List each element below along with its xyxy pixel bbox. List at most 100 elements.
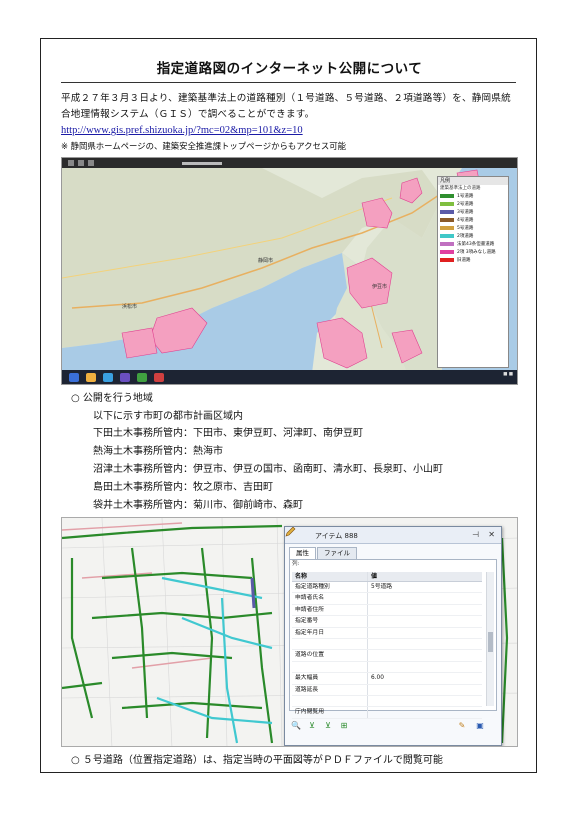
panel-title: アイテム 888: [315, 532, 358, 540]
attribute-name: 申請者氏名: [292, 593, 368, 604]
legend-label: 5号道路: [457, 226, 474, 231]
folder-icon[interactable]: [86, 372, 96, 382]
map-tool-icon[interactable]: [88, 160, 94, 166]
legend-item: 1号道路: [438, 192, 508, 200]
grid-row[interactable]: 申請者氏名: [292, 593, 482, 605]
attribute-value: [368, 605, 481, 615]
attribute-name: [292, 638, 368, 650]
taskbar-clock: ■ ■: [503, 372, 513, 377]
app-icon[interactable]: [120, 372, 130, 382]
grid-scrollbar[interactable]: [486, 572, 494, 706]
legend-swatch: [440, 250, 454, 254]
attribute-name: [292, 695, 368, 707]
road-detail-map[interactable]: アイテム 888 ⊣ ✕ 属性 ファイル 列: 名称 値 指定道路種別 5号道路 申請…: [61, 517, 518, 747]
grid-row[interactable]: [292, 638, 482, 651]
attribute-value: 6.00: [371, 675, 384, 682]
area-towns: 伊豆市、伊豆の国市、函南町、清水町、長泉町、小山町: [193, 464, 443, 475]
attribute-grid: 名称 値 指定道路種別 5号道路 申請者氏名 申請者住所 指定番号 指定年月日 道路の位置最…: [292, 572, 482, 719]
legend-swatch: [440, 202, 454, 206]
legend-item: 2項道路: [438, 232, 508, 240]
legend-item: 3号道路: [438, 208, 508, 216]
app-icon[interactable]: [154, 372, 164, 382]
section-heading: ○ 公開を行う地域: [71, 393, 153, 404]
page-title: 指定道路図のインターネット公開について: [156, 61, 423, 77]
start-icon[interactable]: [69, 372, 79, 382]
attribute-value: [368, 662, 481, 672]
legend-label: 3号道路: [457, 210, 474, 215]
area-towns: 菊川市、御前崎市、森町: [193, 500, 303, 511]
tab-attributes[interactable]: 属性: [289, 547, 316, 559]
grid-row[interactable]: 最大幅員 6.00: [292, 673, 482, 685]
gis-overview-map[interactable]: 静岡市 伊豆市 浜松市 凡例 建築基準法上の道路 1号道路 2号道路 3号道路 4号道…: [61, 157, 518, 385]
section-subheading: 以下に示す市町の都市計画区域内: [93, 411, 243, 422]
pdf-caption: ○ ５号道路（位置指定道路）は、指定当時の平面図等がＰＤＦファイルで閲覧可能: [71, 755, 443, 766]
grid-row[interactable]: [292, 695, 482, 708]
grid-row[interactable]: 道路延長: [292, 684, 482, 696]
grid-row[interactable]: [292, 661, 482, 674]
list-label: 列:: [292, 561, 300, 567]
edit-icon[interactable]: ✎: [457, 721, 467, 731]
legend-swatch: [440, 234, 454, 238]
gis-link[interactable]: http://www.gis.pref.shizuoka.jp/?mc=02&m…: [61, 125, 303, 136]
filter-icon[interactable]: ⊻: [307, 721, 317, 731]
app-icon[interactable]: [137, 372, 147, 382]
scrollbar-thumb[interactable]: [488, 632, 493, 652]
browser-icon[interactable]: [103, 372, 113, 382]
legend-swatch: [440, 194, 454, 198]
grid-row[interactable]: 指定年月日: [292, 627, 482, 639]
export-icon[interactable]: ⊞: [339, 721, 349, 731]
legend-label: 旧道路: [457, 258, 471, 263]
legend-item: 5号道路: [438, 224, 508, 232]
legend-swatch: [440, 242, 454, 246]
legend-label: 2号道路: [457, 202, 474, 207]
area-towns: 牧之原市、吉田町: [193, 482, 273, 493]
attribute-name: 道路延長: [292, 684, 368, 695]
save-icon[interactable]: ▣: [475, 721, 485, 731]
close-icon[interactable]: ✕: [488, 530, 495, 539]
map-legend: 凡例 建築基準法上の道路 1号道路 2号道路 3号道路 4号道路 5号道路 2項道路 法第4…: [437, 176, 509, 368]
map-tool-icon[interactable]: [78, 160, 84, 166]
grid-row[interactable]: 指定番号: [292, 616, 482, 628]
grid-row[interactable]: 指定道路種別 5号道路: [292, 582, 482, 594]
legend-item: 2項 3項みなし道路: [438, 248, 508, 256]
attribute-grid-container: 列: 名称 値 指定道路種別 5号道路 申請者氏名 申請者住所 指定番号 指定年月日 道路の…: [289, 559, 497, 719]
area-row: 熱海土木事務所管内：熱海市: [93, 442, 223, 457]
legend-label: 1号道路: [457, 194, 474, 199]
panel-tabs: 属性 ファイル: [289, 547, 358, 559]
legend-title: 建築基準法上の道路: [440, 186, 481, 191]
area-row: 下田土木事務所管内：下田市、東伊豆町、河津町、南伊豆町: [93, 424, 363, 439]
document-frame: 指定道路図のインターネット公開について 平成２７年３月３日より、建築基準法上の道…: [40, 38, 537, 773]
grid-row[interactable]: 道路の位置: [292, 650, 482, 662]
panel-titlebar[interactable]: アイテム 888 ⊣ ✕: [285, 527, 501, 544]
legend-swatch: [440, 226, 454, 230]
legend-header: 凡例: [438, 177, 508, 185]
area-row: 島田土木事務所管内：牧之原市、吉田町: [93, 478, 273, 493]
intro-paragraph: 平成２７年３月３日より、建築基準法上の道路種別（１号道路、５号道路、２項道路等）…: [61, 93, 511, 120]
grid-row[interactable]: 申請者住所: [292, 604, 482, 617]
area-office: 下田土木事務所管内：: [93, 428, 193, 439]
attribute-value: [368, 628, 481, 638]
legend-swatch: [440, 258, 454, 262]
filter-add-icon[interactable]: ⊻: [323, 721, 333, 731]
map-toolbar: [62, 158, 517, 168]
area-office: 沼津土木事務所管内：: [93, 464, 193, 475]
zoom-slider[interactable]: [182, 162, 222, 165]
search-icon[interactable]: 🔍: [291, 721, 301, 731]
area-towns: 下田市、東伊豆町、河津町、南伊豆町: [193, 428, 363, 439]
attribute-value: [368, 639, 481, 649]
legend-label: 4号道路: [457, 218, 474, 223]
tab-files[interactable]: ファイル: [317, 547, 357, 559]
attribute-name: 最大幅員: [292, 673, 368, 684]
access-note: ※ 静岡県ホームページの、建築安全推進課トップページからもアクセス可能: [61, 141, 347, 151]
pin-icon[interactable]: ⊣: [472, 530, 479, 539]
attribute-name: 指定年月日: [292, 627, 368, 638]
column-name-header: 名称: [292, 572, 368, 581]
legend-swatch: [440, 218, 454, 222]
legend-item: 4号道路: [438, 216, 508, 224]
map-tool-icon[interactable]: [68, 160, 74, 166]
attribute-value: [368, 593, 481, 603]
attribute-name: [292, 661, 368, 673]
attribute-panel[interactable]: アイテム 888 ⊣ ✕ 属性 ファイル 列: 名称 値 指定道路種別 5号道路 申請…: [284, 526, 502, 746]
pencil-icon: [285, 527, 296, 537]
attribute-name: 指定道路種別: [292, 582, 368, 593]
